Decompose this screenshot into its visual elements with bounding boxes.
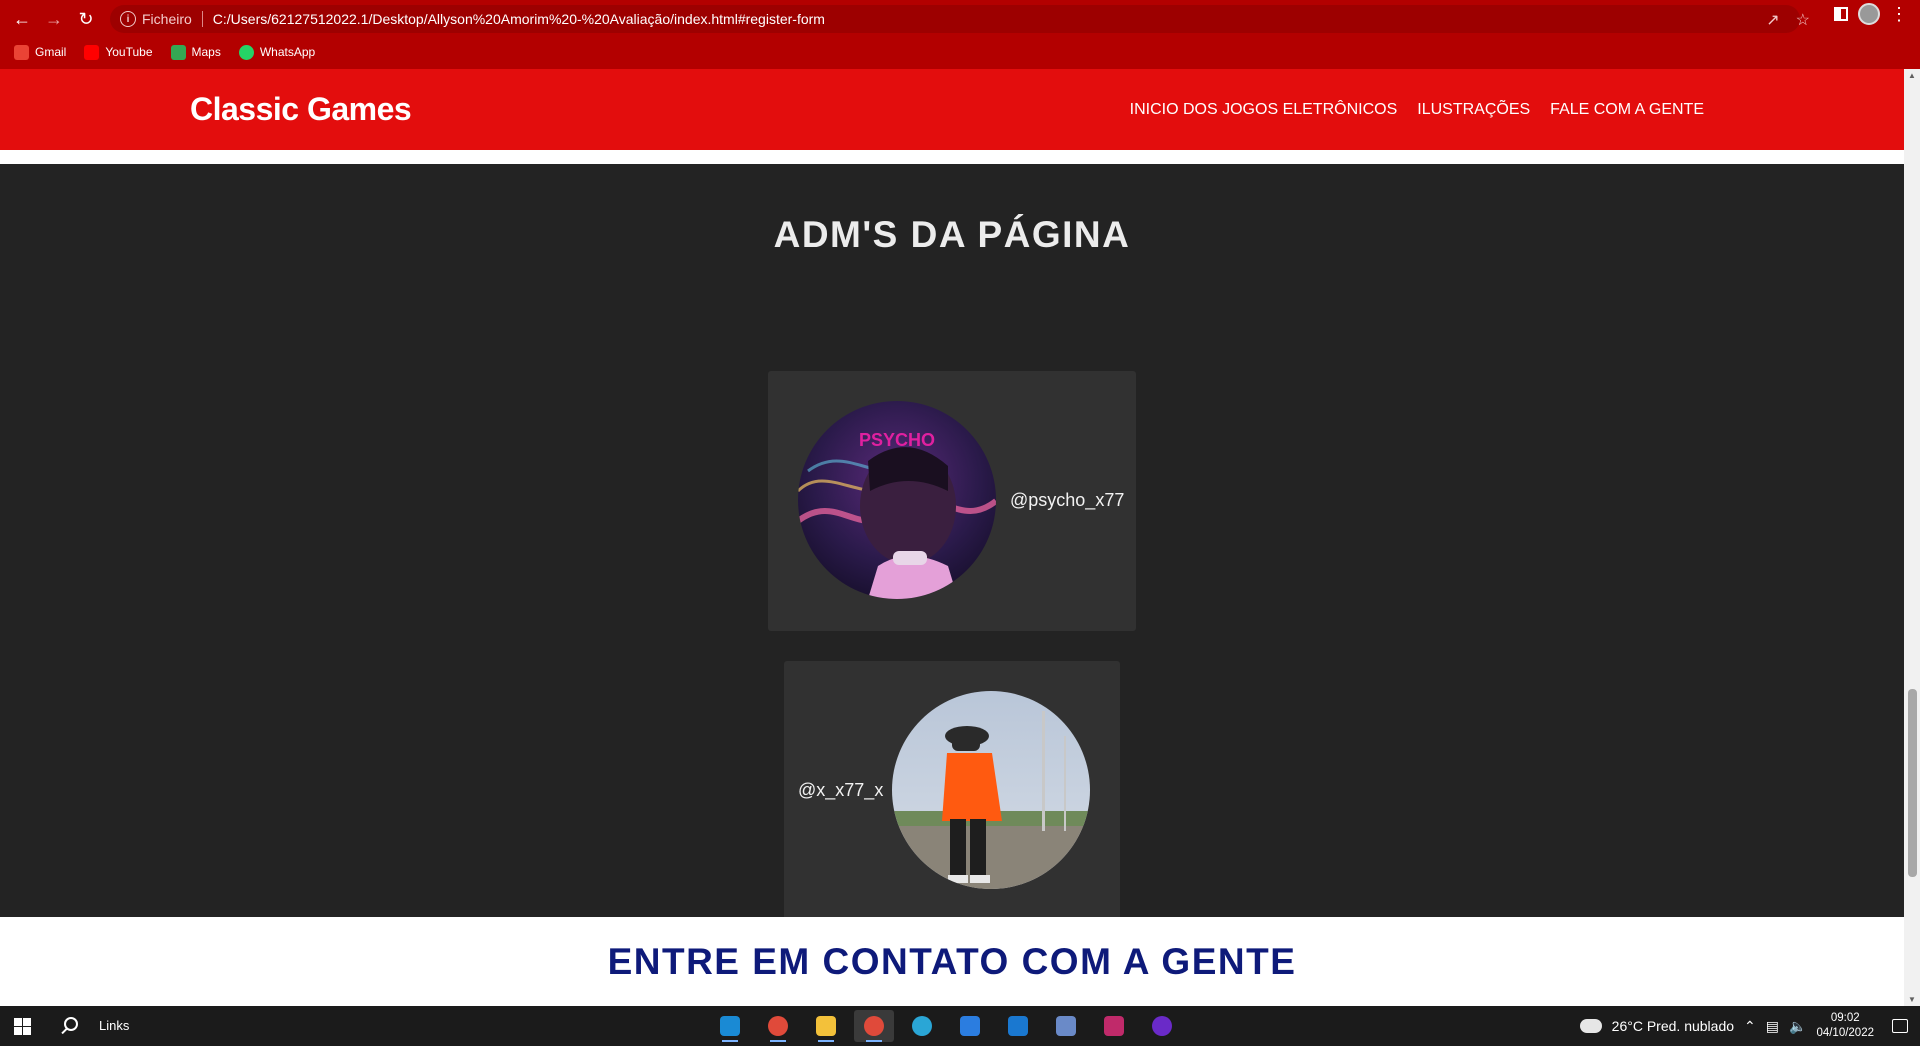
mail-app[interactable] [998, 1010, 1038, 1042]
site-nav: INICIO DOS JOGOS ELETRÔNICOS ILUSTRAÇÕES… [1130, 101, 1704, 119]
scroll-thumb[interactable] [1908, 689, 1917, 877]
bookmark-whatsapp[interactable]: WhatsApp [238, 44, 316, 60]
page-viewport: Classic Games INICIO DOS JOGOS ELETRÔNIC… [0, 69, 1904, 1006]
scroll-up-icon[interactable]: ▲ [1908, 71, 1916, 80]
edge-icon [912, 1016, 932, 1036]
windows-taskbar: Links 26°C Pred. nublado ⌃ ▤ 🔈 09:02 04/… [0, 1006, 1920, 1046]
bookmarks-bar: Gmail YouTube Maps WhatsApp [0, 38, 315, 66]
address-bar[interactable]: i Ficheiro C:/Users/62127512022.1/Deskto… [110, 5, 1800, 33]
forward-icon[interactable]: → [38, 3, 70, 35]
chrome-icon [864, 1016, 884, 1036]
clock-date: 04/10/2022 [1816, 1027, 1874, 1039]
chrome-icon [768, 1016, 788, 1036]
bookmark-label: Maps [191, 45, 221, 59]
bookmark-gmail[interactable]: Gmail [14, 44, 67, 60]
chrome-app-active[interactable] [854, 1010, 894, 1042]
site-header: Classic Games INICIO DOS JOGOS ELETRÔNIC… [0, 69, 1904, 150]
virtualbox-app[interactable] [1046, 1010, 1086, 1042]
chrome-toolbar-right: ⋮ [1834, 3, 1920, 25]
bookmark-label: Gmail [35, 45, 67, 59]
admin-card: @x_x77_x [784, 661, 1120, 921]
menu-kebab-icon[interactable]: ⋮ [1890, 5, 1908, 23]
vscode-app[interactable] [710, 1010, 750, 1042]
back-icon[interactable]: ← [6, 3, 38, 35]
edge-app[interactable] [902, 1010, 942, 1042]
windows-start-icon[interactable] [14, 1018, 31, 1035]
bookmark-youtube[interactable]: YouTube [84, 44, 153, 60]
clock-time: 09:02 [1830, 1012, 1860, 1024]
store-app[interactable] [950, 1010, 990, 1042]
cube-icon [1056, 1016, 1076, 1036]
chart-app-icon [1104, 1016, 1124, 1036]
whatsapp-icon [238, 44, 254, 60]
admins-section: ADM'S DA PÁGINA PSYCHO @psycho_x77 @x_x7… [0, 164, 1904, 921]
nav-link-fale-com-a-gente[interactable]: FALE COM A GENTE [1550, 101, 1704, 119]
bookmark-label: WhatsApp [259, 45, 316, 59]
admin-handle[interactable]: @psycho_x77 [1010, 490, 1124, 511]
admin-card: PSYCHO @psycho_x77 [768, 371, 1136, 631]
file-explorer-app[interactable] [806, 1010, 846, 1042]
omnibox-actions: ↗ ☆ [1766, 10, 1810, 30]
gmail-icon [14, 44, 29, 60]
file-scheme-label: Ficheiro [142, 11, 203, 27]
purple-app-icon [1152, 1016, 1172, 1036]
nav-link-ilustracoes[interactable]: ILUSTRAÇÕES [1417, 101, 1530, 119]
side-panel-icon[interactable] [1834, 7, 1848, 21]
search-icon[interactable] [64, 1017, 78, 1031]
taskbar-search-label[interactable]: Links [99, 1018, 129, 1033]
page-scrollbar[interactable]: ▲ ▼ [1904, 69, 1920, 1006]
app-purple[interactable] [1142, 1010, 1182, 1042]
vscode-icon [720, 1016, 740, 1036]
youtube-icon [84, 44, 100, 60]
admin-avatar-x77 [892, 691, 1090, 889]
taskbar-apps [710, 1010, 1182, 1042]
admin-avatar-psycho: PSYCHO [798, 401, 996, 599]
store-icon [960, 1016, 980, 1036]
bookmark-star-icon[interactable]: ☆ [1796, 10, 1810, 30]
browser-chrome: ← → ↻ i Ficheiro C:/Users/62127512022.1/… [0, 0, 1920, 69]
url-text[interactable]: C:/Users/62127512022.1/Desktop/Allyson%2… [213, 11, 825, 27]
maps-icon [170, 44, 186, 60]
profile-avatar-icon[interactable] [1858, 3, 1880, 25]
share-icon[interactable]: ↗ [1766, 10, 1779, 30]
contact-title: ENTRE EM CONTATO COM A GENTE [607, 941, 1297, 982]
weather-cloud-icon[interactable] [1579, 1014, 1602, 1033]
section-divider [0, 150, 1904, 164]
site-info-icon[interactable]: i [120, 11, 136, 27]
admins-title: ADM'S DA PÁGINA [773, 214, 1131, 255]
volume-icon[interactable]: 🔈 [1789, 1018, 1806, 1035]
clock[interactable]: 09:02 04/10/2022 [1816, 1011, 1874, 1041]
avatar-psycho-text: PSYCHO [859, 430, 935, 450]
weather-text[interactable]: 26°C Pred. nublado [1612, 1018, 1734, 1034]
network-icon[interactable]: ▤ [1766, 1018, 1779, 1035]
site-brand[interactable]: Classic Games [190, 91, 412, 128]
contact-section: ENTRE EM CONTATO COM A GENTE [0, 917, 1904, 1006]
chrome-app[interactable] [758, 1010, 798, 1042]
mail-icon [1008, 1016, 1028, 1036]
bookmark-maps[interactable]: Maps [170, 44, 221, 60]
nav-link-inicio[interactable]: INICIO DOS JOGOS ELETRÔNICOS [1130, 101, 1398, 119]
system-tray: 26°C Pred. nublado ⌃ ▤ 🔈 09:02 04/10/202… [1579, 1006, 1908, 1046]
bookmark-label: YouTube [105, 45, 153, 59]
notifications-icon[interactable] [1892, 1019, 1908, 1033]
reload-icon[interactable]: ↻ [70, 3, 102, 35]
folder-icon [816, 1016, 836, 1036]
scroll-down-icon[interactable]: ▼ [1908, 995, 1916, 1004]
admin-handle[interactable]: @x_x77_x [798, 780, 883, 801]
tray-chevron-icon[interactable]: ⌃ [1744, 1018, 1756, 1035]
app-chart[interactable] [1094, 1010, 1134, 1042]
